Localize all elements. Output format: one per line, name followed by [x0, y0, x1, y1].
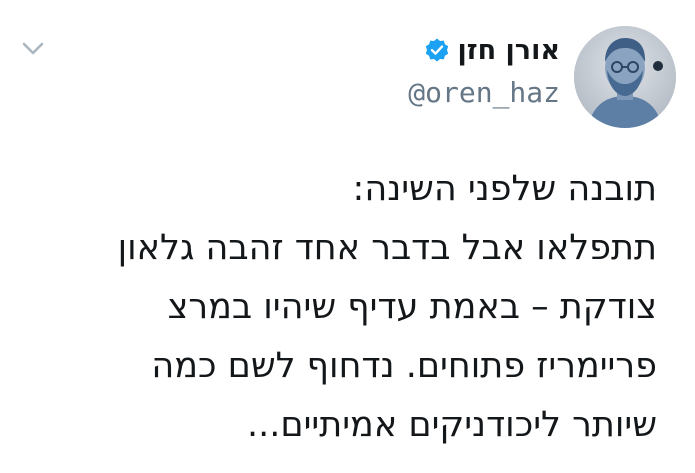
author-name-row[interactable]: אורן חזן — [300, 30, 560, 70]
tweet-text-line: תובנה שלפני השינה: — [352, 169, 657, 209]
author-display-name[interactable]: אורן חזן — [458, 35, 560, 66]
chevron-down-icon[interactable] — [20, 38, 46, 58]
avatar[interactable] — [574, 26, 676, 128]
tweet-text-line: פריימריז פתוחים. נדחוף לשם כמה — [151, 346, 657, 386]
tweet-card: אורן חזן @oren_haz תובנה שלפני השינה: תת… — [0, 0, 695, 473]
verified-badge-icon — [424, 37, 450, 63]
tweet-text-line: שיותר ליכודניקים אמיתיים... — [246, 405, 657, 445]
tweet-text-line: תתפלאו אבל בדבר אחד זהבה גלאון — [117, 228, 657, 268]
tweet-body: תובנה שלפני השינה: תתפלאו אבל בדבר אחד ז… — [27, 160, 657, 455]
tweet-text-line: צודקת – באמת עדיף שיהיו במרצ — [167, 287, 657, 327]
tweet-header: אורן חזן @oren_haz — [300, 30, 560, 110]
author-handle[interactable]: @oren_haz — [300, 76, 560, 109]
